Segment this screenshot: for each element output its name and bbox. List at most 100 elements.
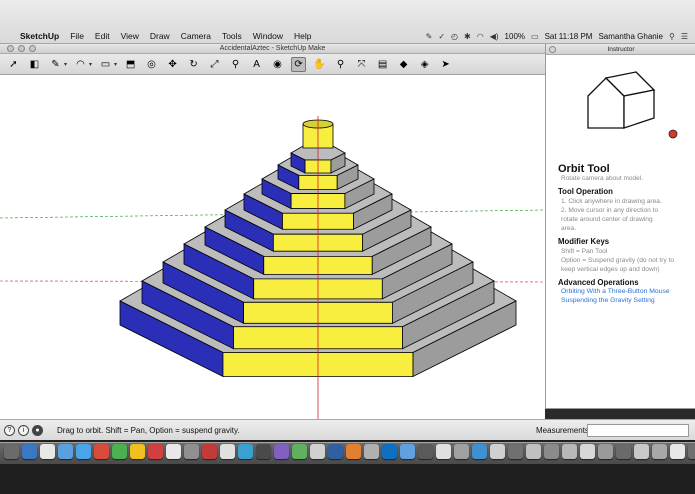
menu-edit[interactable]: Edit [95, 31, 110, 41]
tape-measure-tool-icon[interactable]: ⚲ [228, 57, 243, 72]
dock-app-icon[interactable] [616, 444, 631, 459]
dock-app-icon[interactable] [328, 444, 343, 459]
orbit-tool-icon[interactable]: ⟳ [291, 56, 307, 72]
dock-app-icon[interactable] [670, 444, 685, 459]
menu-help[interactable]: Help [294, 31, 311, 41]
dock-app-icon[interactable] [94, 444, 109, 459]
info-icon[interactable]: i [18, 425, 29, 436]
dock-app-icon[interactable] [580, 444, 595, 459]
pen-icon[interactable]: ✎ [426, 32, 433, 41]
pan-tool-icon[interactable]: ✋ [312, 57, 327, 72]
dock-app-icon[interactable] [166, 444, 181, 459]
instructor-tool-description: Rotate camera about model. [561, 175, 644, 182]
operation-line: 2. Move cursor in any direction to [561, 207, 659, 214]
dock-app-icon[interactable] [400, 444, 415, 459]
dock-app-icon[interactable] [202, 444, 217, 459]
dock-app-icon[interactable] [418, 444, 433, 459]
send-to-layout-icon[interactable]: ➤ [438, 57, 453, 72]
dock-app-icon[interactable] [652, 444, 667, 459]
menu-file[interactable]: File [70, 31, 84, 41]
notification-list-icon[interactable]: ☰ [681, 32, 688, 41]
close-instructor-icon[interactable] [549, 46, 556, 53]
user-icon[interactable]: ● [32, 425, 43, 436]
dock-app-icon[interactable] [490, 444, 505, 459]
dock-app-icon[interactable] [526, 444, 541, 459]
offset-tool-icon[interactable]: ◎ [144, 57, 159, 72]
share-model-icon[interactable]: ◈ [417, 57, 432, 72]
push-pull-tool-icon[interactable]: ⬒ [123, 57, 138, 72]
dock-app-icon[interactable] [58, 444, 73, 459]
dock-app-icon[interactable] [436, 444, 451, 459]
dock-app-icon[interactable] [472, 444, 487, 459]
dock-app-icon[interactable] [238, 444, 253, 459]
dock-app-icon[interactable] [544, 444, 559, 459]
check-icon[interactable]: ✓ [438, 32, 445, 41]
shape-tool-dropdown-icon[interactable]: ▾ [114, 61, 117, 68]
dock-app-icon[interactable] [184, 444, 199, 459]
dock-app-icon[interactable] [220, 444, 235, 459]
select-tool-icon[interactable]: ➚ [6, 57, 21, 72]
suspend-gravity-link[interactable]: Suspending the Gravity Setting [561, 297, 655, 304]
dock-app-icon[interactable] [688, 444, 695, 459]
dock-app-icon[interactable] [598, 444, 613, 459]
menu-app-name[interactable]: SketchUp [20, 31, 59, 41]
wifi-icon[interactable]: ◠ [477, 32, 484, 41]
dock-app-icon[interactable] [130, 444, 145, 459]
dock-app-icon[interactable] [562, 444, 577, 459]
rotate-tool-icon[interactable]: ↻ [186, 57, 201, 72]
menu-camera[interactable]: Camera [181, 31, 211, 41]
menu-view[interactable]: View [121, 31, 139, 41]
dock-app-icon[interactable] [346, 444, 361, 459]
menu-clock[interactable]: Sat 11:18 PM [545, 32, 593, 41]
dock-app-icon[interactable] [292, 444, 307, 459]
dock-app-icon[interactable] [4, 444, 19, 459]
menu-user-name[interactable]: Samantha Ghanie [598, 32, 663, 41]
dock-app-icon[interactable] [22, 444, 37, 459]
dock-app-icon[interactable] [454, 444, 469, 459]
orbit-three-button-mouse-link[interactable]: Orbiting With a Three-Button Mouse [561, 288, 670, 295]
dock-app-icon[interactable] [40, 444, 55, 459]
zoom-window-icon[interactable] [29, 45, 36, 52]
dock-app-icon[interactable] [310, 444, 325, 459]
volume-icon[interactable]: ◀) [490, 32, 499, 41]
desktop: SketchUp File Edit View Draw Camera Tool… [0, 0, 695, 494]
dock-app-icon[interactable] [274, 444, 289, 459]
line-tool-icon[interactable]: ✎ [48, 57, 63, 72]
arc-tool-icon[interactable]: ◠ [73, 57, 88, 72]
menu-tools[interactable]: Tools [222, 31, 242, 41]
paint-bucket-tool-icon[interactable]: ◉ [270, 57, 285, 72]
drawing-area[interactable] [0, 76, 545, 419]
battery-icon[interactable]: ▭ [531, 32, 539, 41]
3d-warehouse-icon[interactable]: ▤ [375, 57, 390, 72]
minimize-window-icon[interactable] [18, 45, 25, 52]
menu-window[interactable]: Window [253, 31, 283, 41]
dock-app-icon[interactable] [382, 444, 397, 459]
dock-app-icon[interactable] [76, 444, 91, 459]
instructor-title: Instructor [607, 46, 635, 53]
line-tool-dropdown-icon[interactable]: ▾ [64, 61, 67, 68]
zoom-tool-icon[interactable]: ⚲ [333, 57, 348, 72]
dock-app-icon[interactable] [364, 444, 379, 459]
spotlight-search-icon[interactable]: ⚲ [669, 32, 675, 41]
zoom-extents-tool-icon[interactable]: ⤧ [354, 57, 369, 72]
move-tool-icon[interactable]: ✥ [165, 57, 180, 72]
battery-percent[interactable]: 100% [505, 32, 525, 41]
help-icon[interactable]: ? [4, 425, 15, 436]
eraser-tool-icon[interactable]: ◧ [27, 57, 42, 72]
dock-app-icon[interactable] [634, 444, 649, 459]
bluetooth-icon[interactable]: ✱ [464, 32, 471, 41]
extension-warehouse-icon[interactable]: ◆ [396, 57, 411, 72]
scale-tool-icon[interactable]: ⤢ [207, 57, 222, 72]
measurements-input[interactable] [587, 424, 689, 437]
arc-tool-dropdown-icon[interactable]: ▾ [89, 61, 92, 68]
dock-app-icon[interactable] [148, 444, 163, 459]
text-tool-icon[interactable]: A [249, 57, 264, 72]
dock-app-icon[interactable] [112, 444, 127, 459]
shape-tool-icon[interactable]: ▭ [98, 57, 113, 72]
timemachine-icon[interactable]: ◴ [451, 32, 458, 41]
dock-app-icon[interactable] [256, 444, 271, 459]
sketchup-window: AccidentalAztec - SketchUp Make ➚ ◧ ✎ ▾ … [0, 44, 545, 440]
dock-app-icon[interactable] [508, 444, 523, 459]
close-window-icon[interactable] [7, 45, 14, 52]
menu-draw[interactable]: Draw [150, 31, 170, 41]
